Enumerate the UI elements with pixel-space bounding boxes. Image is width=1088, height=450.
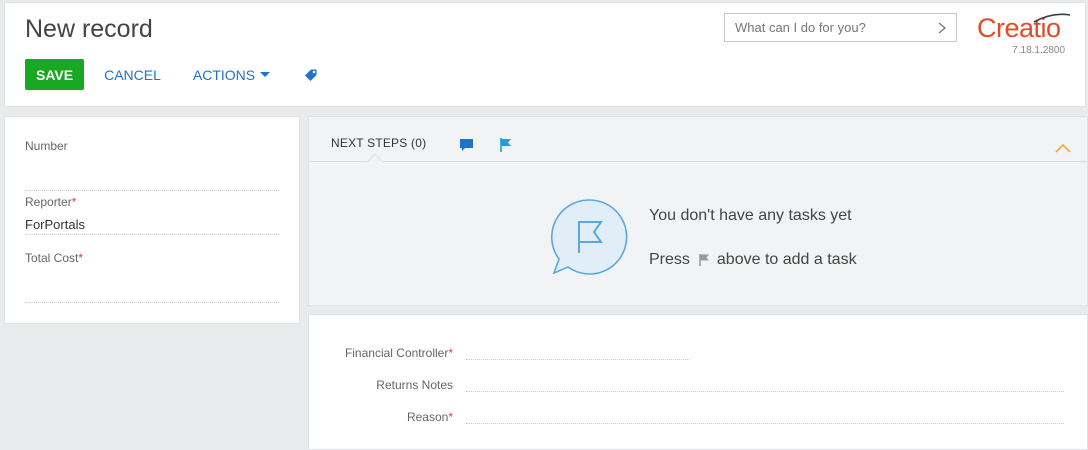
tag-icon[interactable] [304,67,320,83]
tab-next-steps[interactable]: NEXT STEPS (0) [331,136,426,150]
save-button[interactable]: SAVE [25,59,85,90]
returns-notes-input[interactable] [466,375,1064,392]
returns-notes-row: Returns Notes [309,375,1064,392]
financial-controller-label: Financial Controller* [344,346,453,360]
record-header: New record SAVE CANCEL ACTIONS Creatio 7… [4,2,1086,107]
reason-row: Reason* [309,407,1064,424]
empty-suffix: above to add a task [716,251,857,268]
reporter-value[interactable]: ForPortals [25,217,279,234]
number-field[interactable]: Number [25,139,279,191]
total-cost-value[interactable] [25,285,279,302]
version-label: 7.18.1.2800 [1012,45,1065,56]
actions-label: ACTIONS [192,66,256,83]
caret-down-icon [260,72,271,77]
total-cost-label: Total Cost* [25,251,84,265]
search-input[interactable] [735,20,925,35]
number-label: Number [25,139,68,153]
returns-notes-label: Returns Notes [376,378,453,392]
financial-controller-row: Financial Controller* [309,343,690,360]
logo-swoosh-icon [1033,13,1071,23]
brand-logo: Creatio [977,13,1077,44]
mini-flag-icon [699,254,709,266]
reason-input[interactable] [466,407,1064,424]
number-value[interactable] [25,173,279,190]
details-panel: Financial Controller* Returns Notes Reas… [308,314,1088,450]
command-search[interactable] [724,13,957,42]
financial-controller-input[interactable] [466,343,690,360]
flag-bubble-icon [550,199,628,275]
flag-icon[interactable] [498,137,514,153]
reporter-label: Reporter* [25,195,77,209]
toolbar: SAVE CANCEL ACTIONS [25,59,320,90]
page-title: New record [25,15,153,43]
empty-press: Press [649,251,690,268]
total-cost-field[interactable]: Total Cost* [25,251,279,303]
chevron-up-icon[interactable] [1055,141,1071,153]
reason-label: Reason* [406,410,453,424]
next-steps-panel: NEXT STEPS (0) You don't have any tasks … [308,116,1088,306]
actions-menu-button[interactable]: ACTIONS [192,66,271,83]
profile-panel: Number Reporter* ForPortals Total Cost* [4,116,300,324]
chevron-right-icon[interactable] [936,20,948,36]
empty-title: You don't have any tasks yet [649,207,852,224]
reporter-field[interactable]: Reporter* ForPortals [25,195,279,235]
cancel-button[interactable]: CANCEL [104,67,161,83]
next-steps-header: NEXT STEPS (0) [309,117,1087,162]
chat-icon[interactable] [459,137,475,153]
empty-hint: Press above to add a task [649,251,857,269]
